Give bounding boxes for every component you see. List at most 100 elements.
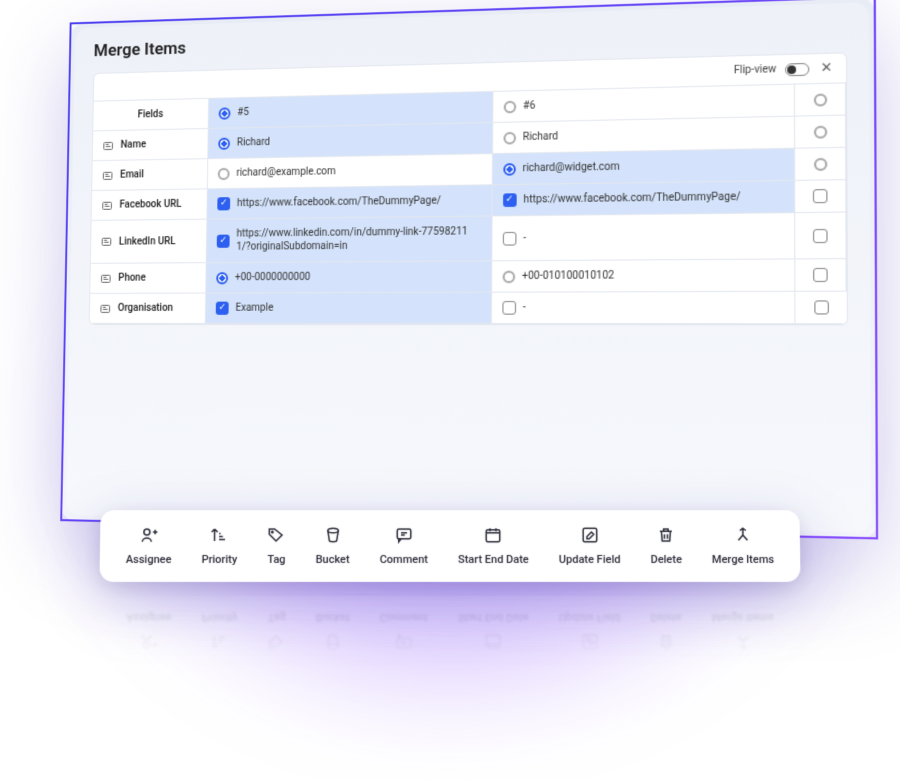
delete-button[interactable]: Delete: [650, 526, 682, 566]
value-cell-c[interactable]: [795, 180, 846, 213]
field-name: Phone: [118, 273, 146, 284]
trash-icon: [657, 526, 675, 547]
checkbox-icon: [217, 197, 230, 210]
merge-grid: Fields #5 #6 NameRichardRichardEmailrich…: [90, 83, 847, 324]
field-label-cell: Name: [93, 129, 209, 161]
checkbox-icon: [502, 301, 516, 315]
cell-value: Richard: [237, 136, 270, 150]
value-cell-c[interactable]: [795, 259, 846, 292]
value-cell-b[interactable]: https://www.facebook.com/TheDummyPage/: [492, 181, 795, 217]
edit-icon: [581, 630, 599, 651]
value-cell-b[interactable]: -: [491, 292, 795, 324]
toolbar-label: Start End Date: [458, 611, 529, 624]
checkbox-icon: [217, 234, 230, 247]
merge-panel: Merge Items Flip-view ✕ Fields #5: [60, 0, 878, 539]
bucket-icon: [324, 526, 342, 547]
field-label-cell: LinkedIn URL: [91, 220, 208, 264]
checkbox-icon: [813, 268, 828, 282]
value-cell-a[interactable]: Example: [206, 293, 492, 324]
toolbar-reflection: Assignee Priority Tag Bucket Comment Start En…: [99, 595, 800, 667]
radio-icon: [218, 167, 230, 179]
value-cell-a[interactable]: +00-0000000000: [206, 261, 492, 293]
field-label-cell: Organisation: [90, 294, 207, 324]
trash-icon: [657, 630, 675, 651]
value-cell-c[interactable]: [795, 292, 846, 325]
cell-value: Richard: [523, 130, 558, 144]
toolbar-label: Update Field: [559, 553, 621, 566]
field-label-cell: Facebook URL: [92, 189, 208, 221]
priority-button[interactable]: Priority: [201, 526, 237, 566]
bucket-button[interactable]: Bucket: [316, 526, 350, 566]
column-c-header[interactable]: [795, 83, 846, 116]
toolbar-label: Tag: [267, 553, 285, 566]
tag-button[interactable]: Tag: [267, 611, 285, 651]
close-icon[interactable]: ✕: [818, 60, 835, 76]
toolbar-label: Delete: [650, 611, 681, 624]
value-cell-a[interactable]: Richard: [208, 123, 492, 159]
tag-icon: [267, 526, 285, 547]
merge-items-button[interactable]: Merge Items: [712, 611, 775, 651]
comment-button[interactable]: Comment: [380, 611, 428, 651]
value-cell-b[interactable]: -: [492, 213, 796, 261]
toolbar-label: Merge Items: [712, 611, 774, 624]
field-name: Organisation: [118, 303, 173, 314]
value-cell-a[interactable]: https://www.linkedin.com/in/dummy-link-7…: [207, 216, 492, 263]
checkbox-icon: [216, 302, 229, 315]
assignee-button[interactable]: Assignee: [126, 611, 172, 651]
value-cell-b[interactable]: richard@widget.com: [492, 149, 795, 186]
priority-icon: [210, 630, 228, 651]
value-cell-a[interactable]: https://www.facebook.com/TheDummyPage/: [207, 185, 492, 219]
checkbox-icon: [813, 228, 828, 242]
radio-icon: [813, 93, 826, 106]
merge-items-button[interactable]: Merge Items: [712, 526, 775, 566]
checkbox-icon: [502, 231, 516, 245]
user-plus-icon: [140, 526, 158, 547]
checkbox-icon: [503, 193, 517, 207]
edit-icon: [580, 526, 598, 547]
toolbar-label: Comment: [380, 553, 428, 566]
tag-button[interactable]: Tag: [267, 526, 285, 566]
action-toolbar: Assignee Priority Tag Bucket Comment Start En…: [99, 510, 800, 582]
update-field-button[interactable]: Update Field: [559, 526, 621, 566]
value-cell-c[interactable]: [795, 116, 846, 149]
cell-value: -: [523, 231, 526, 245]
radio-icon: [216, 272, 228, 284]
field-label-cell: Email: [92, 159, 208, 191]
merge-icon: [734, 526, 752, 547]
value-cell-c[interactable]: [795, 213, 846, 260]
field-name: Facebook URL: [119, 199, 181, 211]
radio-icon: [813, 157, 826, 170]
bucket-icon: [324, 630, 342, 651]
radio-icon: [218, 137, 230, 149]
toolbar-label: Bucket: [316, 611, 350, 624]
toolbar-label: Start End Date: [458, 553, 529, 566]
update-field-button[interactable]: Update Field: [559, 611, 621, 651]
checkbox-icon: [814, 300, 829, 314]
radio-icon: [502, 270, 515, 283]
radio-icon: [219, 107, 231, 119]
value-cell-a[interactable]: richard@example.com: [208, 154, 493, 189]
toolbar-label: Update Field: [559, 611, 621, 624]
assignee-button[interactable]: Assignee: [126, 526, 172, 566]
fields-header: Fields: [93, 99, 209, 132]
field-name: LinkedIn URL: [119, 236, 176, 248]
cell-value: https://www.linkedin.com/in/dummy-link-7…: [236, 225, 480, 254]
cell-value: -: [523, 301, 526, 315]
value-cell-c[interactable]: [795, 148, 846, 181]
radio-icon: [813, 125, 826, 138]
toolbar-label: Assignee: [126, 611, 172, 624]
start-end-date-button[interactable]: Start End Date: [458, 611, 529, 651]
comment-button[interactable]: Comment: [380, 526, 428, 566]
value-cell-b[interactable]: +00-010100010102: [492, 259, 796, 292]
bucket-button[interactable]: Bucket: [316, 611, 350, 651]
delete-button[interactable]: Delete: [650, 611, 682, 651]
flip-view-toggle[interactable]: [785, 62, 809, 75]
field-name: Email: [120, 169, 144, 180]
field-label-cell: Phone: [90, 263, 206, 294]
priority-button[interactable]: Priority: [201, 611, 237, 651]
radio-icon: [503, 131, 516, 144]
value-cell-b[interactable]: Richard: [493, 117, 796, 154]
comment-icon: [395, 526, 413, 547]
start-end-date-button[interactable]: Start End Date: [458, 526, 529, 566]
tag-icon: [267, 630, 285, 651]
